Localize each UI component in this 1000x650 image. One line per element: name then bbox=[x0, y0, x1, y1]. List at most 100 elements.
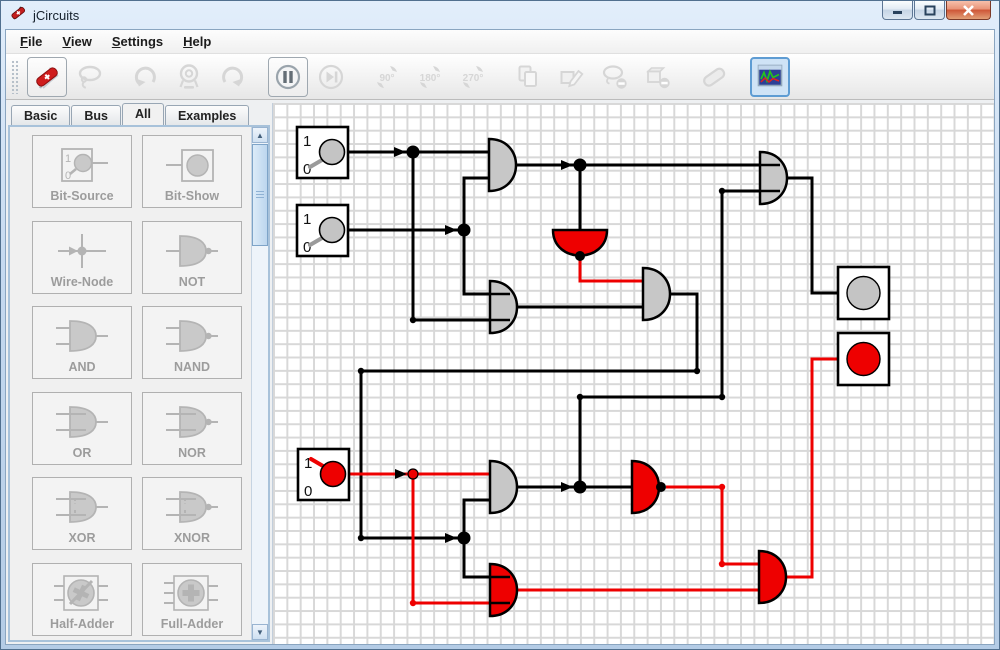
palette-item-bit-show[interactable]: Bit-Show bbox=[142, 135, 242, 208]
wire-joint bbox=[410, 600, 416, 606]
half-adder-icon bbox=[50, 570, 114, 616]
tab-basic[interactable]: Basic bbox=[11, 105, 70, 125]
tab-all[interactable]: All bbox=[122, 103, 164, 125]
pause-simulation-button[interactable] bbox=[268, 57, 308, 97]
bit-source-label-0: 0 bbox=[303, 161, 311, 178]
edit-component-button[interactable] bbox=[552, 57, 592, 97]
or-gate[interactable] bbox=[490, 564, 517, 616]
tab-examples[interactable]: Examples bbox=[165, 105, 249, 125]
remove-component-button[interactable] bbox=[638, 57, 678, 97]
deselect-lasso-button[interactable] bbox=[595, 57, 635, 97]
palette-item-label: Full-Adder bbox=[143, 617, 241, 631]
component-sidebar: BasicBusAllExamples 10 Bit-Source Bit-Sh… bbox=[6, 100, 271, 644]
oscilloscope-button[interactable] bbox=[750, 57, 790, 97]
wire[interactable] bbox=[464, 178, 489, 230]
wire-joint bbox=[719, 484, 725, 490]
step-simulation-button[interactable] bbox=[311, 57, 351, 97]
eraser-button[interactable] bbox=[694, 57, 734, 97]
and-gate[interactable] bbox=[643, 268, 670, 320]
scroll-down-button[interactable]: ▼ bbox=[252, 624, 268, 640]
palette-item-xnor[interactable]: XNOR bbox=[142, 477, 242, 550]
wire-node[interactable] bbox=[407, 146, 420, 159]
or-icon bbox=[50, 399, 114, 445]
rotate-270-button[interactable]: 270° bbox=[453, 57, 493, 97]
nor-icon bbox=[160, 399, 224, 445]
wire-node[interactable] bbox=[408, 469, 418, 479]
palette-item-xor[interactable]: XOR bbox=[32, 477, 132, 550]
wire-node[interactable] bbox=[458, 224, 471, 237]
lasso-select-button[interactable] bbox=[70, 57, 110, 97]
palette-item-full-adder[interactable]: Full-Adder bbox=[142, 563, 242, 636]
wire-joint bbox=[358, 368, 364, 374]
bit-source-switch[interactable] bbox=[320, 218, 345, 243]
redo-button[interactable] bbox=[212, 57, 252, 97]
wire-node[interactable] bbox=[574, 481, 587, 494]
palette-item-or[interactable]: OR bbox=[32, 392, 132, 465]
snapshot-camera-button[interactable] bbox=[169, 57, 209, 97]
bit-show-icon bbox=[160, 142, 224, 188]
and-gate[interactable] bbox=[490, 461, 517, 513]
close-button[interactable] bbox=[946, 1, 991, 20]
bit-source-label-1: 1 bbox=[303, 133, 311, 150]
palette-item-wire-node[interactable]: Wire-Node bbox=[32, 221, 132, 294]
wire[interactable] bbox=[666, 487, 759, 564]
wire[interactable] bbox=[464, 500, 490, 538]
menu-settings[interactable]: Settings bbox=[102, 31, 173, 52]
palette-item-not[interactable]: NOT bbox=[142, 221, 242, 294]
wire[interactable] bbox=[580, 191, 780, 487]
menu-view[interactable]: View bbox=[52, 31, 101, 52]
app-window: jCircuits FileViewSettingsHelp 90° 180° … bbox=[0, 0, 1000, 650]
palette-item-label: Bit-Source bbox=[33, 189, 131, 203]
copy-button[interactable] bbox=[509, 57, 549, 97]
circuit-canvas[interactable]: 101010 bbox=[272, 103, 994, 644]
nand-icon bbox=[160, 313, 224, 359]
main-area: BasicBusAllExamples 10 Bit-Source Bit-Sh… bbox=[6, 100, 994, 644]
palette-item-nor[interactable]: NOR bbox=[142, 392, 242, 465]
wire-node[interactable] bbox=[574, 159, 587, 172]
bit-show-lamp bbox=[847, 277, 880, 310]
svg-text:0: 0 bbox=[65, 170, 71, 182]
minimize-button[interactable] bbox=[882, 1, 913, 20]
wire-joint bbox=[410, 317, 416, 323]
toolbar-drag-grip[interactable] bbox=[11, 60, 20, 94]
rotate-180-button[interactable]: 180° bbox=[410, 57, 450, 97]
wire-node[interactable] bbox=[458, 532, 471, 545]
maximize-button[interactable] bbox=[914, 1, 945, 20]
menu-help[interactable]: Help bbox=[173, 31, 221, 52]
palette-item-and[interactable]: AND bbox=[32, 306, 132, 379]
bit-source-switch[interactable] bbox=[320, 140, 345, 165]
rotate-90-button[interactable]: 90° bbox=[367, 57, 407, 97]
wire[interactable] bbox=[787, 178, 838, 293]
window-content: FileViewSettingsHelp 90° 180° 270° Basic… bbox=[5, 29, 995, 645]
not-bubble bbox=[575, 251, 585, 261]
select-tool-knife-button[interactable] bbox=[27, 57, 67, 97]
wire-arrow bbox=[445, 225, 457, 235]
wire-node-icon bbox=[50, 228, 114, 274]
palette-item-half-adder[interactable]: Half-Adder bbox=[32, 563, 132, 636]
scroll-up-button[interactable]: ▲ bbox=[252, 127, 268, 143]
palette-item-label: NAND bbox=[143, 360, 241, 374]
or-gate[interactable] bbox=[490, 281, 517, 333]
tab-bus[interactable]: Bus bbox=[71, 105, 121, 125]
scroll-thumb[interactable] bbox=[252, 144, 268, 246]
palette-item-bit-source[interactable]: 10 Bit-Source bbox=[32, 135, 132, 208]
or-gate[interactable] bbox=[760, 152, 787, 204]
bit-show-lamp bbox=[847, 343, 880, 376]
wire[interactable] bbox=[580, 258, 643, 281]
menu-file[interactable]: File bbox=[10, 31, 52, 52]
wire[interactable] bbox=[787, 359, 838, 577]
svg-text:90°: 90° bbox=[379, 73, 394, 84]
not-gate[interactable] bbox=[632, 461, 659, 513]
and-gate[interactable] bbox=[489, 139, 516, 191]
palette-scrollbar[interactable]: ▲ ▼ bbox=[251, 127, 268, 640]
and-gate[interactable] bbox=[759, 551, 786, 603]
xnor-icon bbox=[160, 484, 224, 530]
undo-button[interactable] bbox=[126, 57, 166, 97]
app-icon bbox=[10, 4, 27, 26]
palette-panel: 10 Bit-Source Bit-Show Wire-Node NOT AND… bbox=[8, 125, 270, 642]
wire-joint bbox=[719, 188, 725, 194]
bit-source-switch[interactable] bbox=[321, 462, 346, 487]
palette-item-nand[interactable]: NAND bbox=[142, 306, 242, 379]
bit-source-label-0: 0 bbox=[304, 483, 312, 500]
svg-text:180°: 180° bbox=[420, 73, 441, 84]
